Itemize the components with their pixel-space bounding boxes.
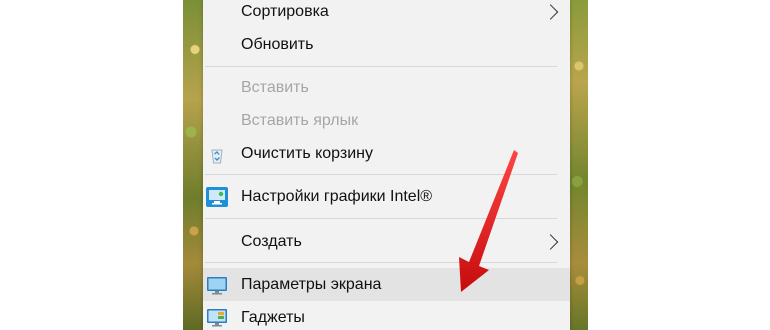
chevron-right-icon: [542, 3, 559, 20]
display-settings-icon: [205, 273, 229, 297]
menu-item-empty-recycle-bin[interactable]: Очистить корзину: [203, 137, 570, 170]
menu-separator: [205, 262, 557, 263]
desktop-context-menu: Сортировка Обновить Вставить Вставить яр…: [203, 0, 570, 330]
menu-item-label: Гаджеты: [241, 308, 305, 326]
menu-item-label: Параметры экрана: [241, 275, 382, 293]
gadgets-icon: [205, 306, 229, 330]
desktop: Сортировка Обновить Вставить Вставить яр…: [0, 0, 770, 330]
menu-separator: [205, 174, 557, 175]
menu-item-label: Очистить корзину: [241, 144, 373, 162]
recycle-bin-icon: [205, 142, 229, 166]
menu-item-paste: Вставить: [203, 71, 570, 104]
menu-item-label: Вставить ярлык: [241, 111, 359, 129]
menu-item-paste-shortcut: Вставить ярлык: [203, 104, 570, 137]
menu-item-label: Сортировка: [241, 2, 329, 20]
desktop-wallpaper-right: [570, 0, 588, 330]
menu-item-label: Настройки графики Intel®: [241, 187, 433, 205]
menu-item-label: Создать: [241, 232, 302, 250]
menu-item-gadgets[interactable]: Гаджеты: [203, 301, 570, 330]
menu-item-refresh[interactable]: Обновить: [203, 28, 570, 61]
menu-item-label: Обновить: [241, 35, 314, 53]
menu-item-display-settings[interactable]: Параметры экрана: [203, 268, 570, 301]
menu-separator: [205, 218, 557, 219]
menu-item-label: Вставить: [241, 78, 309, 96]
intel-graphics-icon: [205, 185, 229, 209]
menu-separator: [205, 66, 557, 67]
desktop-wallpaper-left: [183, 0, 203, 330]
menu-item-create[interactable]: Создать: [203, 225, 570, 258]
chevron-right-icon: [542, 233, 559, 250]
menu-item-sort[interactable]: Сортировка: [203, 0, 570, 28]
menu-item-intel-graphics[interactable]: Настройки графики Intel®: [203, 180, 570, 213]
